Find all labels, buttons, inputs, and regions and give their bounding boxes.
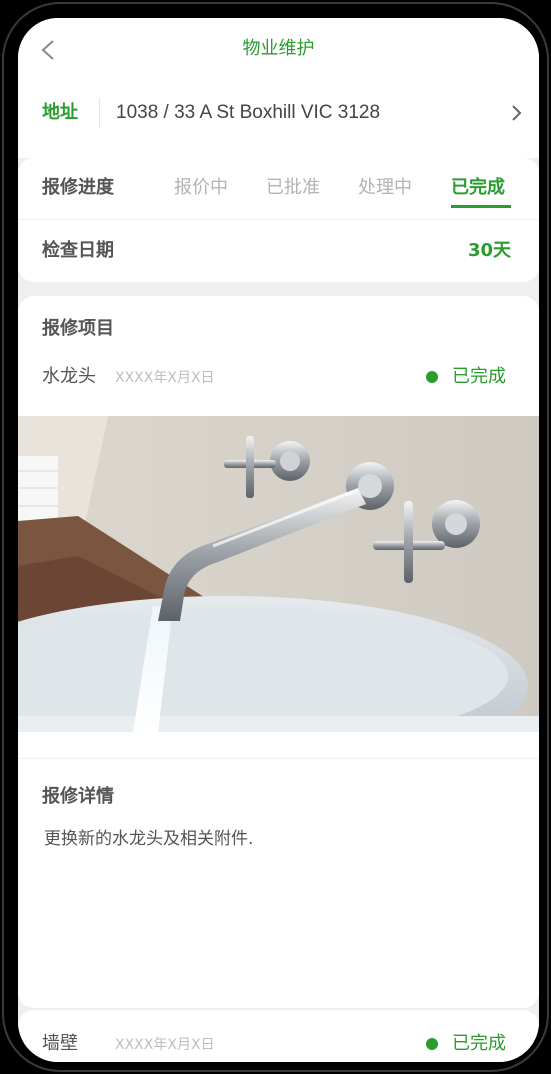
faucet-photo[interactable] — [18, 416, 539, 732]
active-stage-underline — [451, 205, 511, 208]
status-dot-icon — [426, 371, 438, 383]
repair-items-title: 报修项目 — [42, 318, 114, 339]
phone-frame: 物业维护 地址 1038 / 33 A St Boxhill VIC 3128 … — [2, 2, 549, 1072]
chevron-right-icon[interactable] — [510, 104, 522, 122]
repair-item-date: XXXX年X月X日 — [115, 370, 215, 386]
divider — [18, 219, 539, 220]
stage-completed[interactable]: 已完成 — [451, 175, 505, 201]
top-bar: 物业维护 地址 1038 / 33 A St Boxhill VIC 3128 — [18, 18, 539, 158]
address-label: 地址 — [42, 102, 78, 123]
page-title: 物业维护 — [242, 38, 315, 59]
status-dot-icon — [426, 1038, 438, 1050]
divider — [18, 758, 539, 759]
address-value[interactable]: 1038 / 33 A St Boxhill VIC 3128 — [116, 100, 380, 126]
progress-label: 报修进度 — [42, 177, 114, 198]
repair-item-date: XXXX年X月X日 — [115, 1037, 215, 1053]
repair-item-status: 已完成 — [452, 1033, 506, 1054]
inspection-date-label: 检查日期 — [42, 240, 114, 261]
app-screen: 物业维护 地址 1038 / 33 A St Boxhill VIC 3128 … — [18, 18, 539, 1062]
repair-item-name[interactable]: 水龙头 — [42, 364, 96, 390]
progress-card: 报修进度 报价中 已批准 处理中 已完成 检查日期 30天 — [18, 158, 539, 282]
stage-approved[interactable]: 已批准 — [266, 175, 320, 201]
repair-item-name[interactable]: 墙壁 — [42, 1031, 78, 1057]
inspection-date-value: 30天 — [467, 240, 511, 261]
address-divider — [99, 98, 100, 128]
stage-quoting[interactable]: 报价中 — [174, 175, 228, 201]
stage-processing[interactable]: 处理中 — [358, 175, 412, 201]
repair-item-card[interactable]: 墙壁 XXXX年X月X日 已完成 — [18, 1010, 539, 1062]
repair-items-card: 报修项目 水龙头 XXXX年X月X日 已完成 报修详情 更换新的水龙头及相关附件… — [18, 296, 539, 1008]
repair-details-title: 报修详情 — [42, 786, 114, 807]
repair-item-status: 已完成 — [452, 366, 506, 387]
repair-details-text: 更换新的水龙头及相关附件. — [44, 829, 254, 849]
